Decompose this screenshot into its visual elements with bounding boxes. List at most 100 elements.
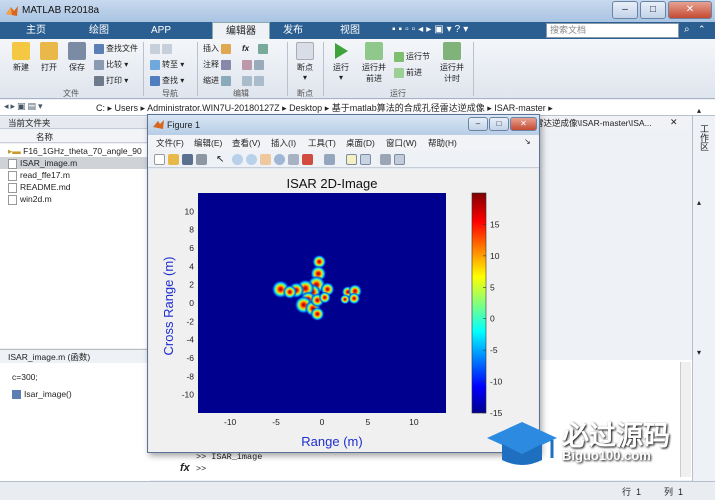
ribbon-expand-icon[interactable]: ⌃ <box>698 24 706 35</box>
list-item[interactable]: read_ffe17.m <box>8 169 70 181</box>
goto-button[interactable]: 转至 ▾ <box>150 59 184 71</box>
tab-publish[interactable]: 发布 <box>266 22 320 39</box>
name-column[interactable]: 名称 <box>36 131 53 143</box>
open-file-icon[interactable] <box>168 154 179 165</box>
path-segment[interactable]: ISAR-master <box>494 103 546 113</box>
path-segment[interactable]: Administrator.WIN7U-20180127Z <box>147 103 280 113</box>
tab-plots[interactable]: 绘图 <box>68 22 130 39</box>
find-files-button[interactable]: 查找文件 <box>94 43 138 55</box>
edit-tool-icon[interactable] <box>242 59 266 71</box>
comment-button[interactable]: 注释 <box>203 59 233 71</box>
run-section-button[interactable]: 运行节 <box>394 51 430 63</box>
fx-button[interactable]: fx <box>242 43 249 55</box>
tab-apps[interactable]: APP <box>130 22 192 39</box>
comment-toggle-icon <box>254 59 264 70</box>
panel-scroll-up-icon[interactable]: ▴ <box>697 198 701 207</box>
search-icon <box>150 75 160 86</box>
menu-item-tools[interactable]: 工具(T) <box>308 137 336 149</box>
figure-minimize-button[interactable]: – <box>468 117 488 131</box>
zoom-out-icon[interactable] <box>246 154 257 165</box>
open-button[interactable]: 打开 <box>36 42 62 73</box>
data-cursor-icon[interactable] <box>288 154 299 165</box>
minimize-button[interactable]: – <box>612 1 638 19</box>
run-button[interactable]: 运行 ▾ <box>328 42 354 82</box>
path-segment[interactable]: C: <box>96 103 105 113</box>
insert-button[interactable]: 插入 <box>203 43 233 55</box>
figure-icon <box>153 119 164 130</box>
new-button[interactable]: 新建 <box>8 42 34 73</box>
close-button[interactable]: ✕ <box>668 1 712 19</box>
legend-toggle-icon[interactable] <box>360 154 371 165</box>
y-tick-label: 8 <box>189 225 194 235</box>
quick-access-toolbar[interactable]: ▪▪▫▫◂▸▣▾?▾ <box>392 24 471 35</box>
current-folder-column-header[interactable]: 名称 <box>0 130 150 143</box>
list-item[interactable]: win2d.m <box>8 193 52 205</box>
edit-tool-icon[interactable] <box>242 75 266 87</box>
path-segment[interactable]: Users <box>115 103 139 113</box>
x-axis-label: Range (m) <box>301 434 362 449</box>
search-input[interactable]: 搜索文档 <box>546 23 679 38</box>
address-path[interactable]: C: ▸ Users ▸ Administrator.WIN7U-2018012… <box>96 101 553 114</box>
menu-item-window[interactable]: 窗口(W) <box>386 137 417 149</box>
tab-home[interactable]: 主页 <box>4 22 68 39</box>
figure-window[interactable]: Figure 1 – □ ✕ 文件(F) 编辑(E) 查看(V) 插入(I) 工… <box>147 114 540 453</box>
details-function-item[interactable]: Isar_image() <box>12 389 72 400</box>
tab-editor[interactable]: 编辑器 <box>212 22 270 39</box>
app-title: MATLAB R2018a <box>22 5 100 16</box>
indent-button[interactable]: 缩进 <box>203 75 233 87</box>
print-figure-icon[interactable] <box>196 154 207 165</box>
path-segment[interactable]: 基于matlab算法的合成孔径雷达逆成像 <box>332 103 485 113</box>
run-time-button[interactable]: 运行并 计时 <box>436 42 468 84</box>
print-button[interactable]: 打印 ▾ <box>94 75 128 87</box>
panel-scroll-down-icon[interactable]: ▾ <box>697 348 701 357</box>
link-plot-icon[interactable] <box>324 154 335 165</box>
figure-close-button[interactable]: ✕ <box>510 117 537 131</box>
menu-item-help[interactable]: 帮助(H) <box>428 137 457 149</box>
panel-scroll-up-icon[interactable]: ▴ <box>697 106 701 115</box>
rotate-icon[interactable] <box>274 154 285 165</box>
menu-item-edit[interactable]: 编辑(E) <box>194 137 222 149</box>
run-advance-button[interactable]: 运行并 前进 <box>358 42 390 84</box>
isar-chart[interactable]: ISAR 2D-Image -10 -5 0 5 10 10 8 6 4 2 0 -2 -4 -6 -8 -… <box>149 169 538 452</box>
menu-item-view[interactable]: 查看(V) <box>232 137 260 149</box>
list-item[interactable]: ISAR_image.m <box>8 157 77 169</box>
nav-arrows[interactable] <box>150 43 174 55</box>
editor-tab[interactable]: 雷达逆成像\ISAR-master\ISA... <box>535 116 690 130</box>
command-prompt[interactable]: >> <box>196 464 206 474</box>
advance-button[interactable]: 前进 <box>394 67 422 79</box>
goto-icon <box>150 59 160 70</box>
y-tick-label: 10 <box>185 206 195 216</box>
save-button[interactable]: 保存 <box>64 42 90 73</box>
run-group-label: 运行 <box>390 89 406 98</box>
search-icon[interactable]: ⌕ <box>684 24 690 35</box>
figure-maximize-button[interactable]: □ <box>489 117 509 131</box>
tab-view[interactable]: 视图 <box>322 22 378 39</box>
pointer-icon[interactable]: ↖ <box>216 154 227 165</box>
maximize-button[interactable]: □ <box>640 1 666 19</box>
menu-pin-icon[interactable]: ↘ <box>524 137 531 146</box>
brush-icon[interactable] <box>302 154 313 165</box>
compare-button[interactable]: 比较 ▾ <box>94 59 128 71</box>
close-panel-icon[interactable]: ✕ <box>670 117 678 128</box>
new-figure-icon[interactable] <box>154 154 165 165</box>
edit-tool-icon[interactable] <box>258 43 270 55</box>
menu-item-desktop[interactable]: 桌面(D) <box>346 137 375 149</box>
address-nav-icons[interactable]: ◂▸▣▤▾ <box>4 101 45 112</box>
find-button[interactable]: 查找 ▾ <box>150 75 184 87</box>
path-segment[interactable]: Desktop <box>289 103 322 113</box>
menu-item-insert[interactable]: 插入(I) <box>271 137 296 149</box>
hide-tools-icon[interactable] <box>380 154 391 165</box>
list-item[interactable]: ▸▬ F16_1GHz_theta_70_angle_90 <box>8 145 142 157</box>
zoom-in-icon[interactable] <box>232 154 243 165</box>
fx-icon[interactable]: fx <box>180 462 190 474</box>
workspace-label[interactable]: 工作区 <box>697 124 709 151</box>
colorbar-toggle-icon[interactable] <box>346 154 357 165</box>
colorbar[interactable] <box>471 192 487 414</box>
breakpoints-button[interactable]: 断点 ▾ <box>292 42 318 82</box>
figure-canvas[interactable]: ISAR 2D-Image -10 -5 0 5 10 10 8 6 4 2 0 -2 -4 -6 -8 -… <box>149 169 538 452</box>
show-tools-icon[interactable] <box>394 154 405 165</box>
menu-item-file[interactable]: 文件(F) <box>156 137 184 149</box>
list-item[interactable]: README.md <box>8 181 71 193</box>
pan-icon[interactable] <box>260 154 271 165</box>
save-figure-icon[interactable] <box>182 154 193 165</box>
